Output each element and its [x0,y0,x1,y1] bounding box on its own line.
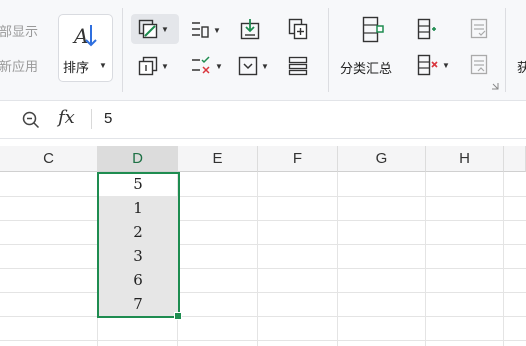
show-detail-button[interactable] [470,18,490,40]
find-duplicates-button[interactable]: ▼ [190,20,221,40]
grid-line [0,292,526,293]
consolidate-button[interactable] [288,18,308,40]
grid-line [257,172,258,346]
grid-line [0,316,526,317]
show-all-label: 全部显示 [0,24,39,39]
reapply-label: 重新应用 [0,59,39,74]
ungroup-button[interactable]: ▼ [417,54,450,76]
chevron-down-icon: ▼ [442,60,450,70]
chevron-down-icon: ▼ [161,24,169,34]
data-validation-button[interactable]: ▼ [190,56,223,76]
fill-button[interactable]: ▼ [138,56,169,76]
fill-icon [138,56,158,76]
insert-dropdown-button[interactable] [240,18,260,40]
subtotal-label: 分类汇总 [340,61,393,76]
sort-label: 排序 [63,60,90,75]
divider [505,8,506,92]
reapply-button[interactable]: 重新应用 [0,56,48,75]
validation-icon [192,56,210,74]
selection-border [97,172,180,318]
split-column-icon [138,19,158,39]
sort-button[interactable]: A 排序 ▼ [58,14,113,82]
record-icon [288,56,308,76]
chevron-down-icon: ▼ [261,61,269,71]
chevron-down-icon: ▼ [99,61,107,70]
truncated-label: 获 [517,60,526,75]
formula-divider [91,109,92,129]
column-header-f[interactable]: F [258,146,338,172]
grid-line [0,340,526,341]
grid-line [0,196,526,197]
column-header-d[interactable]: D [98,146,178,172]
grid-line [0,268,526,269]
svg-text:A: A [72,24,88,48]
subtotal-button[interactable] [362,16,386,44]
grid-line [503,172,504,346]
ungroup-icon [417,54,438,76]
expand-dialog-icon[interactable] [491,82,499,90]
grid-line [337,172,338,346]
dropdown-box-icon [238,56,258,76]
column-header-c[interactable]: C [0,146,98,172]
fill-handle[interactable] [174,312,182,320]
column-header-e[interactable]: E [178,146,258,172]
divider [122,8,123,92]
fx-button[interactable]: fx [58,107,75,128]
grid-line [0,244,526,245]
hide-detail-icon [470,54,488,75]
sort-icon: A [72,24,97,48]
divider [328,8,329,92]
column-header-h[interactable]: H [426,146,504,172]
subtotal-icon [362,16,384,43]
record-form-button[interactable] [288,56,308,76]
ribbon-toolbar: 全部显示 重新应用 A 排序 ▼ ▼ ▼ [0,0,526,101]
formula-input[interactable]: 5 [104,110,112,127]
validity-button[interactable]: ▼ [238,56,269,76]
show-all-button[interactable]: 全部显示 [0,21,48,40]
zoom-icon[interactable] [22,111,40,129]
chevron-down-icon: ▼ [161,61,169,71]
split-column-button[interactable]: ▼ [138,19,169,39]
download-list-icon [240,19,260,40]
group-icon [417,18,436,40]
group-button[interactable] [417,18,437,40]
column-header-partial[interactable] [504,146,526,172]
grid-line [0,220,526,221]
chevron-down-icon: ▼ [215,61,223,71]
grid-line [425,172,426,346]
hide-detail-button[interactable] [470,54,490,76]
consolidate-icon [288,18,308,40]
show-detail-icon [470,18,488,39]
duplicates-icon [192,22,209,38]
column-header-g[interactable]: G [338,146,426,172]
formula-bar [0,101,526,139]
chevron-down-icon: ▼ [213,25,221,35]
